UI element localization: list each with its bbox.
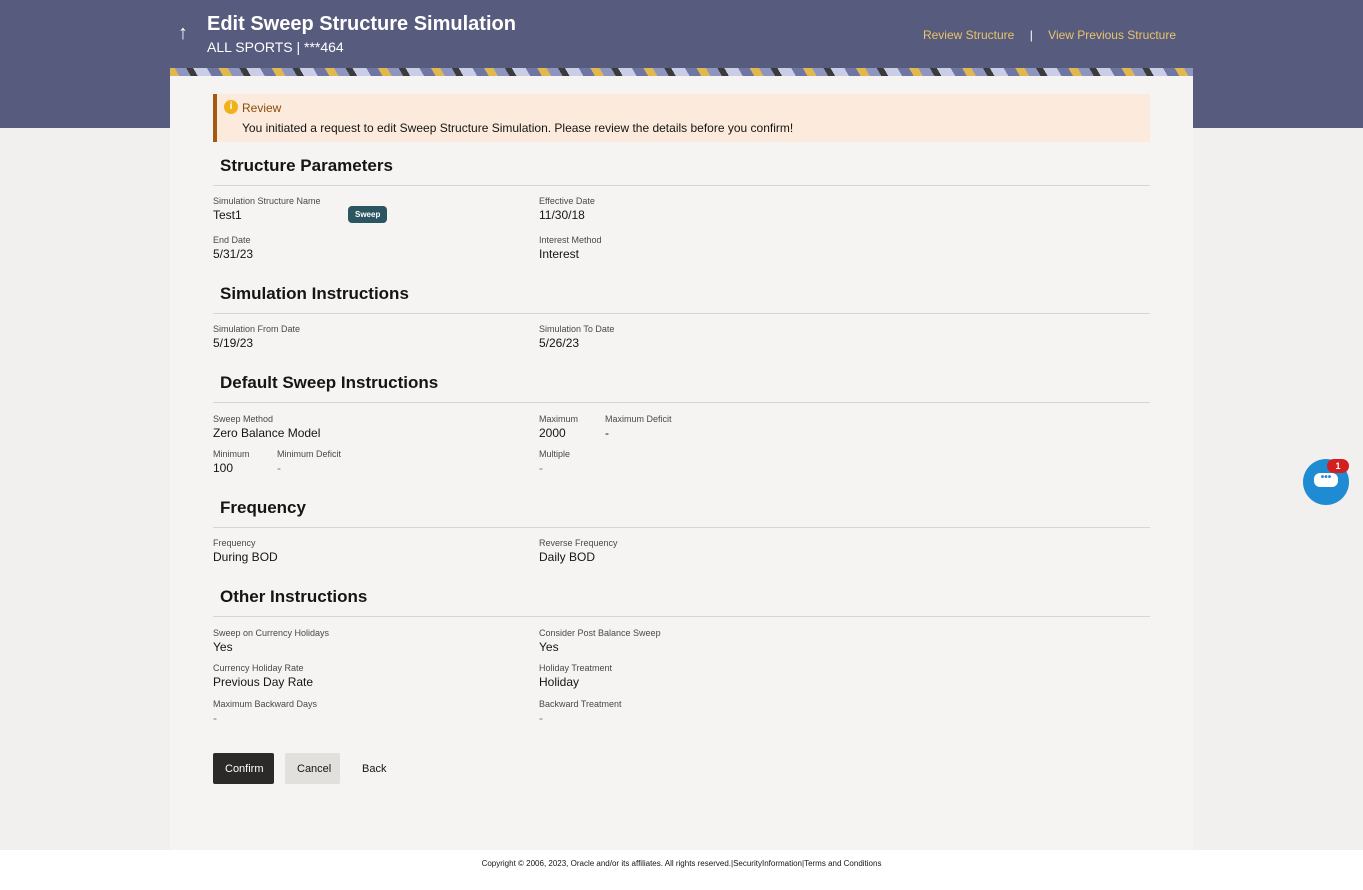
field-value: 2000 — [539, 426, 566, 440]
section-title: Structure Parameters — [220, 156, 393, 175]
cancel-button[interactable]: Cancel — [285, 753, 340, 784]
field-label: Maximum Deficit — [605, 414, 672, 424]
section-default-sweep-instructions: Default Sweep Instructions — [213, 373, 1150, 403]
field: Simulation From Date 5/19/23 — [213, 324, 300, 350]
field-value: 5/19/23 — [213, 336, 254, 350]
section-frequency: Frequency — [213, 498, 1150, 528]
field-label: Simulation Structure Name — [213, 196, 321, 206]
field-label: Sweep Method — [213, 414, 274, 424]
field-value: Yes — [213, 640, 233, 654]
separator: | — [1029, 28, 1033, 42]
field-label: Backward Treatment — [539, 699, 622, 709]
field-label: Consider Post Balance Sweep — [539, 628, 661, 638]
back-button[interactable]: Back — [350, 753, 398, 784]
field-label: Simulation From Date — [213, 324, 301, 334]
section-title: Simulation Instructions — [220, 284, 409, 303]
field: Maximum Deficit - — [605, 414, 672, 440]
field: Holiday Treatment Holiday — [539, 663, 612, 689]
field: Interest Method Interest — [539, 235, 602, 261]
back-arrow-icon[interactable]: ↑ — [178, 22, 188, 45]
decorative-strip — [170, 68, 1193, 76]
section-simulation-instructions: Simulation Instructions — [213, 284, 1150, 314]
field: Backward Treatment - — [539, 699, 622, 725]
section-structure-parameters: Structure Parameters — [213, 156, 1150, 186]
field: Simulation Structure Name Test1 — [213, 196, 321, 222]
field-label: Holiday Treatment — [539, 663, 613, 673]
field: Maximum Backward Days - — [213, 699, 317, 725]
field: Multiple - — [539, 449, 570, 475]
field: Minimum Deficit - — [277, 449, 341, 475]
field-value: During BOD — [213, 550, 278, 564]
field-label: Interest Method — [539, 235, 602, 245]
field: Maximum 2000 — [539, 414, 578, 440]
page-title: Edit Sweep Structure Simulation — [207, 13, 516, 35]
section-title: Frequency — [220, 498, 306, 517]
field-value: - — [213, 711, 217, 725]
field-value: - — [539, 461, 543, 475]
field-label: Effective Date — [539, 196, 595, 206]
review-card: i Review You initiated a request to edit… — [170, 68, 1193, 850]
field: Consider Post Balance Sweep Yes — [539, 628, 661, 654]
confirm-button[interactable]: Confirm — [213, 753, 274, 784]
field-label: Multiple — [539, 449, 571, 459]
field-label: Reverse Frequency — [539, 538, 618, 548]
field-value: - — [605, 426, 609, 440]
field: Effective Date 11/30/18 — [539, 196, 595, 222]
chatbot-button[interactable]: ••• 1 — [1303, 459, 1349, 505]
field-value: Test1 — [213, 208, 242, 222]
field: Simulation To Date 5/26/23 — [539, 324, 614, 350]
field-label: Currency Holiday Rate — [213, 663, 304, 673]
field-value: 11/30/18 — [539, 208, 585, 222]
section-other-instructions: Other Instructions — [213, 587, 1150, 617]
field-label: Frequency — [213, 538, 256, 548]
page-subtitle: ALL SPORTS | ***464 — [207, 39, 344, 55]
field-value: 5/26/23 — [539, 336, 580, 350]
field: Minimum 100 — [213, 449, 250, 475]
chat-bubble-icon: ••• — [1314, 473, 1338, 487]
section-title: Default Sweep Instructions — [220, 373, 439, 392]
field-value: 5/31/23 — [213, 247, 254, 261]
field-value: Yes — [539, 640, 559, 654]
footer: Copyright © 2006, 2023, Oracle and/or it… — [0, 850, 1363, 890]
review-structure-link[interactable]: Review Structure — [923, 28, 1014, 42]
info-icon: i — [224, 100, 238, 114]
field: End Date 5/31/23 — [213, 235, 253, 261]
field: Reverse Frequency Daily BOD — [539, 538, 618, 564]
field-value: Zero Balance Model — [213, 426, 321, 440]
field-value: - — [277, 461, 281, 475]
field: Currency Holiday Rate Previous Day Rate — [213, 663, 313, 689]
field-value: Holiday — [539, 675, 580, 689]
field-value: Daily BOD — [539, 550, 596, 564]
field-value: 100 — [213, 461, 234, 475]
header-links: Review Structure | View Previous Structu… — [911, 28, 1176, 42]
field-label: Simulation To Date — [539, 324, 615, 334]
field-label: Maximum Backward Days — [213, 699, 318, 709]
view-previous-structure-link[interactable]: View Previous Structure — [1048, 28, 1176, 42]
field: Frequency During BOD — [213, 538, 278, 564]
section-title: Other Instructions — [220, 587, 368, 606]
field-label: Minimum Deficit — [277, 449, 342, 459]
field-label: End Date — [213, 235, 251, 245]
alert-title: Review — [242, 101, 282, 115]
field-label: Maximum — [539, 414, 579, 424]
review-alert: i Review You initiated a request to edit… — [213, 94, 1150, 142]
field-value: - — [539, 711, 543, 725]
field-label: Minimum — [213, 449, 250, 459]
field-value: Interest — [539, 247, 580, 261]
notification-badge: 1 — [1327, 459, 1349, 473]
sweep-badge: Sweep — [348, 206, 388, 223]
field-value: Previous Day Rate — [213, 675, 314, 689]
field: Sweep Method Zero Balance Model — [213, 414, 320, 440]
field-label: Sweep on Currency Holidays — [213, 628, 330, 638]
alert-message: You initiated a request to edit Sweep St… — [242, 121, 794, 135]
field: Sweep on Currency Holidays Yes — [213, 628, 329, 654]
